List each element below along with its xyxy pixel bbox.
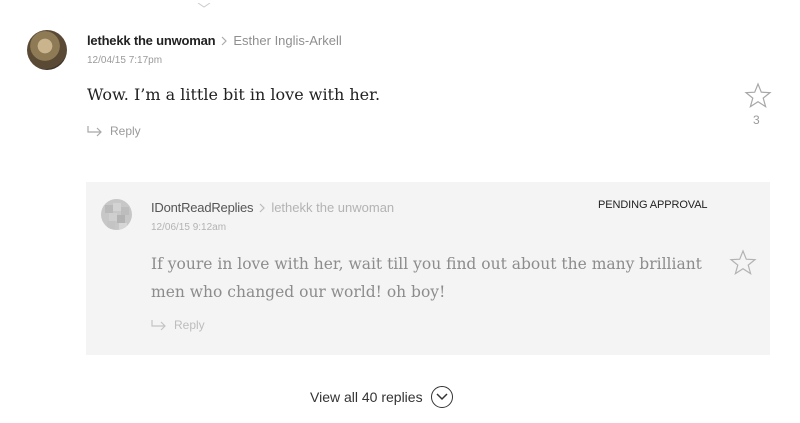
pixelated-avatar[interactable] bbox=[101, 199, 132, 230]
star-icon[interactable] bbox=[744, 82, 772, 114]
reply-label: Reply bbox=[174, 318, 205, 332]
status-badge: PENDING APPROVAL bbox=[598, 199, 708, 211]
view-all-replies-button[interactable]: View all 40 replies bbox=[310, 386, 453, 408]
reply-button[interactable]: Reply bbox=[151, 318, 205, 332]
reply-text-line: men who changed our world! oh boy! bbox=[151, 283, 446, 301]
previous-item-fragment bbox=[196, 0, 236, 8]
reply-to-name[interactable]: Esther Inglis-Arkell bbox=[233, 33, 341, 48]
reply-arrow-icon bbox=[151, 319, 167, 331]
reply-button[interactable]: Reply bbox=[87, 124, 141, 138]
reply-text: If youre in love with her, wait till you… bbox=[151, 250, 702, 306]
reply-label: Reply bbox=[110, 124, 141, 138]
reply-arrow-icon bbox=[87, 125, 103, 137]
author-avatar[interactable] bbox=[27, 30, 67, 70]
author-name[interactable]: lethekk the unwoman bbox=[87, 33, 216, 48]
reply-to-name[interactable]: lethekk the unwoman bbox=[271, 200, 394, 215]
comment-header: lethekk the unwoman Esther Inglis-Arkell bbox=[87, 33, 342, 48]
reply-header: IDontReadReplies lethekk the unwoman bbox=[151, 200, 394, 215]
chevron-down-circle-icon bbox=[430, 386, 453, 408]
reply-timestamp[interactable]: 12/06/15 9:12am bbox=[151, 222, 226, 233]
chevron-right-icon bbox=[219, 34, 229, 48]
comment-text: Wow. I’m a little bit in love with her. bbox=[87, 85, 381, 104]
star-icon[interactable] bbox=[729, 249, 757, 281]
view-all-label: View all 40 replies bbox=[310, 389, 423, 405]
chevron-right-icon bbox=[257, 201, 267, 215]
reply-author-name[interactable]: IDontReadReplies bbox=[151, 200, 254, 215]
reply-text-line: If youre in love with her, wait till you… bbox=[151, 255, 702, 273]
comment-timestamp[interactable]: 12/04/15 7:17pm bbox=[87, 55, 162, 66]
star-count: 3 bbox=[753, 113, 760, 127]
